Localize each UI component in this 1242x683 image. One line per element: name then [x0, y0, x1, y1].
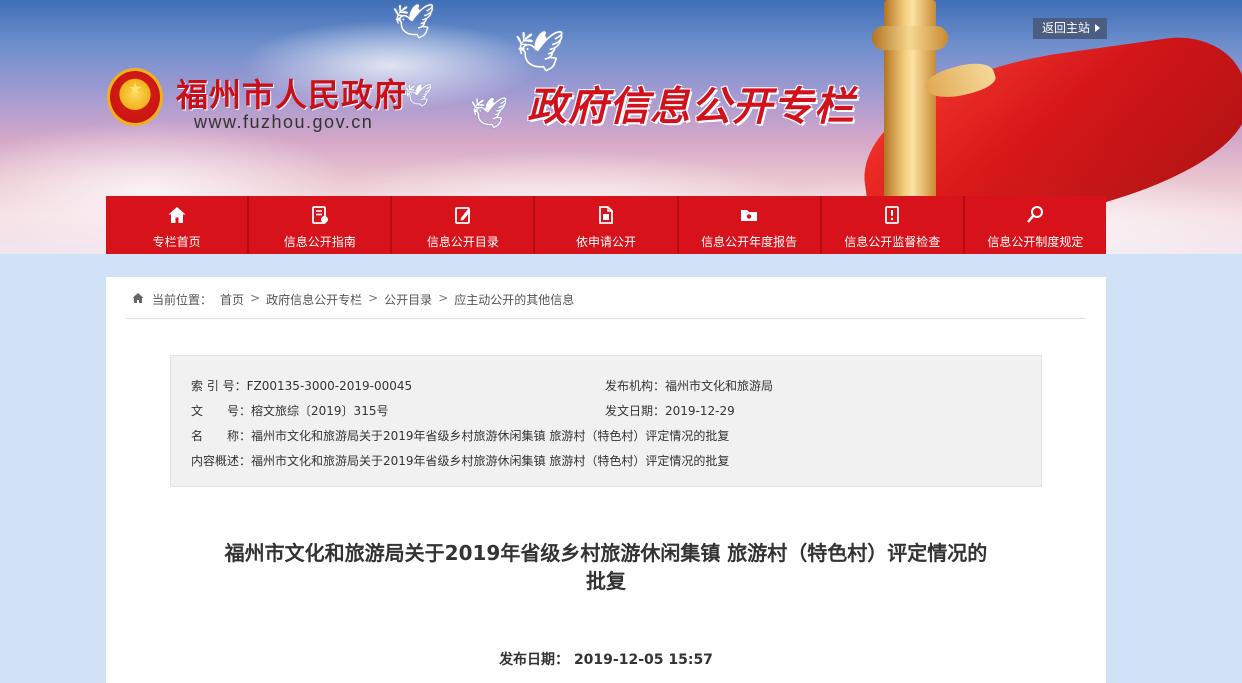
- nav-item-label: 信息公开目录: [426, 235, 499, 249]
- seagull-icon: 🕊: [392, 2, 436, 42]
- inspection-doc-icon: [885, 206, 900, 224]
- publish-date-label: 发布日期：: [499, 652, 570, 668]
- home-icon: [168, 207, 186, 223]
- nav-item-label: 信息公开年度报告: [701, 235, 798, 249]
- nav-item-label: 专栏首页: [152, 235, 201, 249]
- column-title: 政府信息公开专栏: [527, 84, 855, 130]
- breadcrumb-separator: >: [250, 291, 261, 305]
- catalog-edit-icon: [454, 207, 471, 224]
- guide-document-icon: [311, 206, 328, 224]
- content-panel: 当前位置： 首页 > 政府信息公开专栏 > 公开目录 > 应主动公开的其他信息 …: [106, 277, 1106, 683]
- home-icon: [132, 293, 144, 303]
- breadcrumb-separator: >: [438, 291, 449, 305]
- meta-issue-date-row: 发文日期：2019-12-29: [605, 402, 735, 419]
- meta-name-value: 福州市文化和旅游局关于2019年省级乡村旅游休闲集镇 旅游村（特色村）评定情况的…: [251, 429, 730, 443]
- publish-date-value: 2019-12-05 15:57: [573, 652, 713, 668]
- breadcrumb: 当前位置： 首页 > 政府信息公开专栏 > 公开目录 > 应主动公开的其他信息: [126, 291, 1086, 319]
- nav-item-inspection[interactable]: 信息公开监督检查: [819, 196, 963, 254]
- meta-issue-date-value: 2019-12-29: [665, 404, 735, 418]
- nav-item-catalog[interactable]: 信息公开目录: [390, 196, 533, 254]
- nav-item-request[interactable]: 依申请公开: [533, 196, 676, 254]
- meta-summary-row: 内容概述：福州市文化和旅游局关于2019年省级乡村旅游休闲集镇 旅游村（特色村）…: [191, 452, 729, 469]
- return-main-site-label: 返回主站: [1042, 21, 1091, 35]
- site-url: www.fuzhou.gov.cn: [194, 112, 374, 132]
- document-meta-box: 索 引 号：FZ00135-3000-2019-00045 发布机构：福州市文化…: [170, 355, 1042, 487]
- nav-item-label: 信息公开制度规定: [987, 235, 1084, 249]
- breadcrumb-link-column[interactable]: 政府信息公开专栏: [266, 291, 362, 308]
- meta-docno-key: 文 号：: [191, 404, 252, 418]
- article-title: 福州市文化和旅游局关于2019年省级乡村旅游休闲集镇 旅游村（特色村）评定情况的…: [166, 539, 1046, 595]
- breadcrumb-link-other-info[interactable]: 应主动公开的其他信息: [454, 291, 574, 308]
- meta-publisher-value: 福州市文化和旅游局: [665, 379, 774, 393]
- nav-item-annual-report[interactable]: 信息公开年度报告: [676, 196, 820, 254]
- meta-index-value: FZ00135-3000-2019-00045: [246, 379, 413, 393]
- meta-docno-value: 榕文旅综〔2019〕315号: [251, 404, 389, 418]
- seagull-icon: 🕊: [404, 84, 432, 109]
- national-emblem-icon: ★: [107, 68, 163, 126]
- nav-item-label: 信息公开监督检查: [844, 235, 941, 249]
- breadcrumb-link-catalog[interactable]: 公开目录: [384, 291, 432, 308]
- report-folder-icon: [741, 210, 758, 221]
- nav-item-label: 依申请公开: [575, 235, 636, 249]
- huabiao-pillar-top: [872, 26, 948, 50]
- meta-issue-date-key: 发文日期：: [605, 404, 666, 418]
- nav-item-regulations[interactable]: 信息公开制度规定: [962, 196, 1106, 254]
- nav-item-guide[interactable]: 信息公开指南: [247, 196, 390, 254]
- return-main-site-button[interactable]: 返回主站: [1033, 18, 1107, 39]
- meta-name-key: 名 称：: [191, 429, 252, 443]
- breadcrumb-separator: >: [368, 291, 379, 305]
- meta-summary-key: 内容概述：: [191, 454, 252, 468]
- meta-publisher-row: 发布机构：福州市文化和旅游局: [605, 377, 773, 394]
- meta-summary-value: 福州市文化和旅游局关于2019年省级乡村旅游休闲集镇 旅游村（特色村）评定情况的…: [251, 454, 730, 468]
- meta-name-row: 名 称：福州市文化和旅游局关于2019年省级乡村旅游休闲集镇 旅游村（特色村）评…: [191, 427, 729, 444]
- main-nav: 专栏首页 信息公开指南 信息公开目录 依申请公开 信息公开年度报告 信息公开监督…: [106, 196, 1106, 254]
- nav-item-label: 信息公开指南: [283, 235, 356, 249]
- file-request-icon: [599, 206, 613, 224]
- regulation-search-icon: [1027, 206, 1044, 223]
- site-title: 福州市人民政府: [176, 76, 408, 114]
- seagull-icon: 🕊: [470, 96, 509, 131]
- caret-right-icon: [1095, 24, 1100, 32]
- nav-item-column-home[interactable]: 专栏首页: [106, 196, 247, 254]
- article-title-line: 福州市文化和旅游局关于2019年省级乡村旅游休闲集镇 旅游村（特色村）评定情况的: [224, 541, 988, 565]
- meta-docno-row: 文 号：榕文旅综〔2019〕315号: [191, 402, 388, 419]
- article-publish-date: 发布日期： 2019-12-05 15:57: [106, 649, 1106, 669]
- breadcrumb-link-home[interactable]: 首页: [220, 291, 244, 308]
- article-title-line: 批复: [586, 569, 626, 593]
- meta-index-key: 索 引 号：: [191, 379, 247, 393]
- meta-index-row: 索 引 号：FZ00135-3000-2019-00045: [191, 377, 412, 394]
- meta-publisher-key: 发布机构：: [605, 379, 666, 393]
- breadcrumb-prefix: 当前位置：: [152, 293, 213, 307]
- seagull-icon: 🕊: [514, 29, 565, 75]
